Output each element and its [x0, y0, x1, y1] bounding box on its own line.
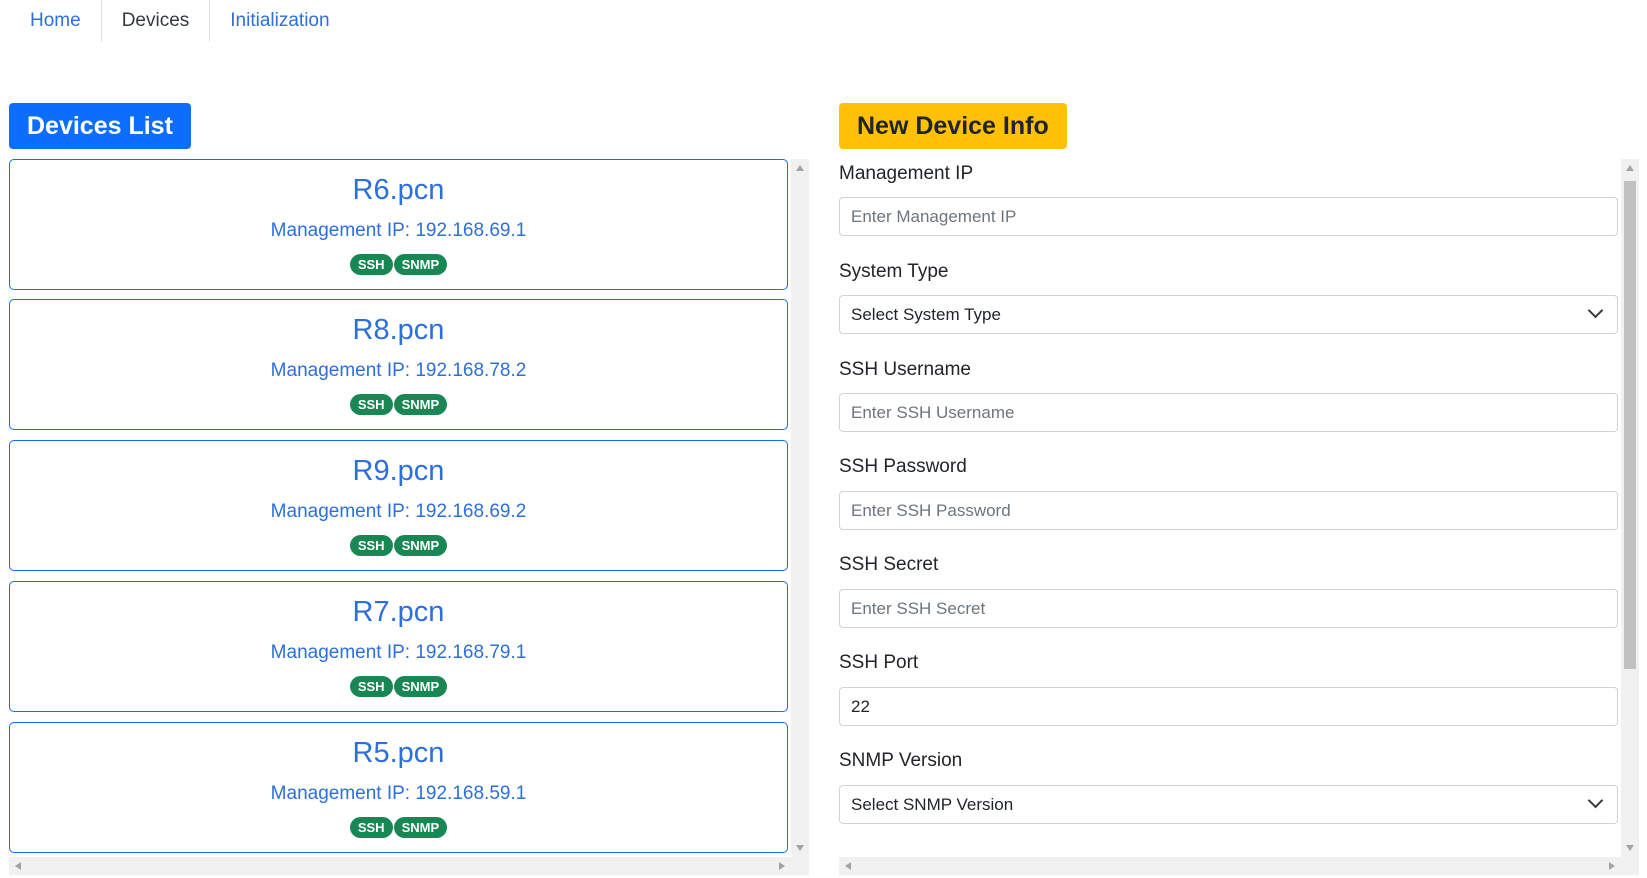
devices-list-viewport: R6.pcn Management IP: 192.168.69.1 SSH S… [9, 159, 791, 857]
ssh-password-label: SSH Password [839, 456, 967, 477]
device-name: R7.pcn [352, 596, 445, 628]
device-name: R8.pcn [352, 314, 445, 346]
scroll-up-arrow-icon[interactable] [796, 165, 804, 171]
ssh-badge: SSH [349, 676, 393, 697]
scroll-right-arrow-icon[interactable] [779, 862, 785, 870]
ssh-secret-placeholder: Enter SSH Secret [851, 598, 986, 618]
device-name: R5.pcn [352, 737, 445, 769]
device-management-ip: Management IP: 192.168.69.1 [270, 220, 527, 241]
ssh-port-value: 22 [851, 696, 870, 716]
snmp-badge: SNMP [393, 817, 448, 838]
device-card[interactable]: R6.pcn Management IP: 192.168.69.1 SSH S… [9, 159, 788, 290]
snmp-badge: SNMP [393, 535, 448, 556]
ssh-username-label: SSH Username [839, 359, 971, 380]
ssh-badge: SSH [349, 254, 393, 275]
snmp-badge: SNMP [393, 254, 448, 275]
ssh-badge: SSH [349, 817, 393, 838]
device-management-ip: Management IP: 192.168.79.1 [270, 642, 527, 663]
ssh-secret-label: SSH Secret [839, 554, 939, 575]
ssh-username-input[interactable]: Enter SSH Username [839, 393, 1618, 432]
ssh-badge: SSH [349, 535, 393, 556]
device-name: R9.pcn [352, 455, 445, 487]
ssh-password-placeholder: Enter SSH Password [851, 500, 1011, 520]
scroll-left-arrow-icon[interactable] [845, 862, 851, 870]
device-management-ip: Management IP: 192.168.78.2 [270, 360, 527, 381]
scroll-down-arrow-icon[interactable] [1626, 845, 1634, 851]
new-device-info-heading: New Device Info [839, 103, 1067, 149]
ssh-port-label: SSH Port [839, 652, 919, 673]
chevron-down-icon [1587, 792, 1604, 809]
system-type-label: System Type [839, 261, 949, 282]
snmp-badge: SNMP [393, 394, 448, 415]
system-type-select[interactable]: Select System Type [839, 295, 1618, 334]
devices-list-panel: R6.pcn Management IP: 192.168.69.1 SSH S… [9, 159, 809, 875]
snmp-badge: SNMP [393, 676, 448, 697]
device-management-ip: Management IP: 192.168.69.2 [270, 501, 527, 522]
snmp-version-selected: Select SNMP Version [851, 794, 1014, 814]
ssh-password-input[interactable]: Enter SSH Password [839, 491, 1618, 530]
system-type-selected: Select System Type [851, 304, 1001, 324]
snmp-version-label: SNMP Version [839, 750, 963, 771]
scroll-up-arrow-icon[interactable] [1626, 165, 1634, 171]
devices-list-horizontal-scrollbar[interactable] [9, 857, 791, 875]
scroll-down-arrow-icon[interactable] [796, 845, 804, 851]
form-vertical-scrollbar[interactable] [1621, 159, 1639, 857]
device-card[interactable]: R5.pcn Management IP: 192.168.59.1 SSH S… [9, 722, 788, 853]
device-card[interactable]: R8.pcn Management IP: 192.168.78.2 SSH S… [9, 299, 788, 430]
ssh-port-input[interactable]: 22 [839, 687, 1618, 726]
nav-initialization-link[interactable]: Initialization [210, 0, 349, 42]
new-device-form: Management IP Enter Management IP System… [839, 159, 1621, 857]
device-card[interactable]: R7.pcn Management IP: 192.168.79.1 SSH S… [9, 581, 788, 712]
management-ip-input[interactable]: Enter Management IP [839, 197, 1618, 236]
device-name: R6.pcn [352, 174, 445, 206]
top-nav: Home Devices Initialization [0, 0, 350, 42]
device-card[interactable]: R9.pcn Management IP: 192.168.69.2 SSH S… [9, 440, 788, 571]
scrollbar-thumb[interactable] [1624, 181, 1636, 669]
nav-devices-tab[interactable]: Devices [100, 0, 211, 42]
form-horizontal-scrollbar[interactable] [839, 857, 1621, 875]
nav-home-link[interactable]: Home [0, 0, 101, 42]
snmp-version-select[interactable]: Select SNMP Version [839, 785, 1618, 824]
ssh-username-placeholder: Enter SSH Username [851, 402, 1015, 422]
scroll-right-arrow-icon[interactable] [1609, 862, 1615, 870]
devices-list-vertical-scrollbar[interactable] [791, 159, 809, 857]
scroll-left-arrow-icon[interactable] [15, 862, 21, 870]
device-management-ip: Management IP: 192.168.59.1 [270, 783, 527, 804]
devices-list-heading: Devices List [9, 103, 191, 149]
chevron-down-icon [1587, 302, 1604, 319]
new-device-form-panel: Management IP Enter Management IP System… [839, 159, 1639, 875]
ssh-secret-input[interactable]: Enter SSH Secret [839, 589, 1618, 628]
ssh-badge: SSH [349, 394, 393, 415]
management-ip-label: Management IP [839, 163, 974, 184]
management-ip-placeholder: Enter Management IP [851, 206, 1017, 226]
